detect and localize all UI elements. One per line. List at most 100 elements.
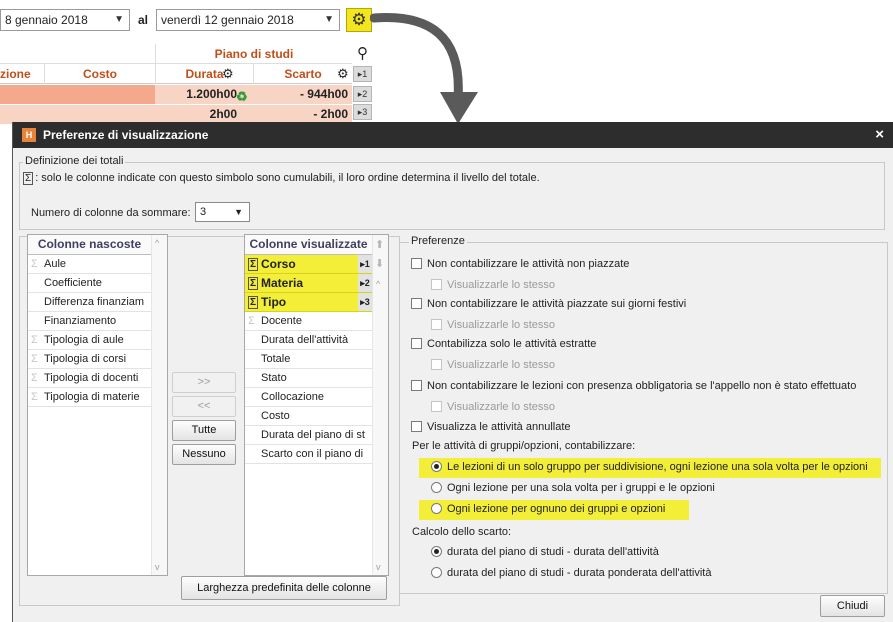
sigma-icon: Σ: [23, 172, 34, 185]
close-button[interactable]: Chiudi: [820, 595, 885, 617]
dialog-titlebar[interactable]: H Preferenze di visualizzazione ×: [13, 122, 893, 148]
checkbox-show-attendance[interactable]: Visualizzarle lo stesso: [431, 401, 555, 414]
checkbox-extracted[interactable]: Contabilizza solo le attività estratte: [411, 338, 596, 351]
hidden-columns-scrollbar[interactable]: ^ v: [151, 235, 167, 575]
list-item-selected[interactable]: Σ Materia ▸2: [245, 274, 372, 293]
gap-label: Calcolo dello scarto:: [412, 526, 512, 538]
list-item[interactable]: Collocazione: [245, 388, 372, 407]
level-2-button[interactable]: ▸2: [353, 86, 372, 102]
remove-columns-button[interactable]: <<: [172, 396, 236, 417]
list-item[interactable]: Σ Tipologia di docenti: [28, 369, 151, 388]
list-item[interactable]: Durata dell'attività: [245, 331, 372, 350]
checkbox-holidays[interactable]: Non contabilizzare le attività piazzate …: [411, 298, 686, 311]
sigma-icon: Σ: [31, 391, 38, 403]
column-count-label: Numero di colonne da sommare:: [31, 207, 191, 219]
recycle-icon: ♻: [236, 89, 248, 104]
dialog-title: Preferenze di visualizzazione: [43, 128, 209, 142]
checkbox-not-placed[interactable]: Non contabilizzare le attività non piazz…: [411, 258, 629, 271]
radio-gap-weighted[interactable]: durata del piano di studi - durata ponde…: [431, 567, 711, 580]
chevron-down-icon[interactable]: v: [155, 562, 160, 572]
hidden-columns-list[interactable]: Colonne nascoste Σ Aule Coefficiente Diff…: [27, 234, 168, 576]
chevron-down-icon: ▼: [114, 14, 124, 25]
sigma-icon: Σ: [31, 334, 38, 346]
list-item[interactable]: Σ Docente: [245, 312, 372, 331]
chevron-down-icon[interactable]: v: [376, 562, 381, 572]
sigma-icon: Σ: [31, 372, 38, 384]
hidden-columns-items: Σ Aule Coefficiente Differenza finanziam …: [28, 255, 151, 407]
all-columns-button[interactable]: Tutte: [172, 420, 236, 441]
checkbox-cancelled[interactable]: Visualizza le attività annullate: [411, 421, 571, 434]
gear-button[interactable]: ⚙: [346, 8, 372, 32]
default-width-button[interactable]: Larghezza predefinita delle colonne: [181, 576, 387, 600]
visible-columns-scrollbar[interactable]: ⬆ ⬇ ^ v: [372, 235, 388, 575]
search-icon[interactable]: ⚲: [353, 44, 372, 64]
level-1-button[interactable]: ▸1: [353, 66, 372, 82]
date-to-select[interactable]: venerdì 12 gennaio 2018 ▼: [156, 9, 340, 31]
radio-gap-duration[interactable]: durata del piano di studi - durata dell'…: [431, 546, 659, 559]
radio-each-group[interactable]: Ogni lezione per ognuno dei gruppi e opz…: [431, 503, 665, 516]
move-down-icon[interactable]: ⬇: [375, 257, 384, 270]
column-header[interactable]: zione: [0, 64, 44, 84]
level-3-button[interactable]: ▸3: [353, 104, 372, 120]
totals-note: Σ: solo le colonne indicate con questo s…: [23, 172, 540, 185]
list-item[interactable]: Durata del piano di st: [245, 426, 372, 445]
preferences-group: [399, 242, 888, 594]
preferences-group-title: Preferenze: [409, 235, 467, 247]
visible-columns-items: Σ Corso ▸1 Σ Materia ▸2 Σ Tipo ▸3 Σ Docente Dur…: [245, 255, 372, 464]
column-count-select[interactable]: 3 ▼: [195, 202, 250, 222]
gear-icon[interactable]: ⚙: [337, 66, 349, 82]
add-columns-button[interactable]: >>: [172, 372, 236, 393]
radio-one-group[interactable]: Le lezioni di un solo gruppo per suddivi…: [431, 461, 868, 474]
list-item[interactable]: Σ Tipologia di aule: [28, 331, 151, 350]
sigma-icon: Σ: [31, 353, 38, 365]
sigma-icon: Σ: [248, 258, 259, 271]
list-item[interactable]: Scarto con il piano di: [245, 445, 372, 464]
checkbox-show-extracted[interactable]: Visualizzarle lo stesso: [431, 359, 555, 372]
list-item-selected[interactable]: Σ Tipo ▸3: [245, 293, 372, 312]
close-icon[interactable]: ×: [875, 122, 884, 148]
list-item[interactable]: Costo: [245, 407, 372, 426]
pointer-arrow-icon: [370, 13, 478, 124]
gear-icon: ⚙: [351, 10, 367, 29]
list-item[interactable]: Coefficiente: [28, 274, 151, 293]
move-up-icon[interactable]: ⬆: [375, 238, 384, 251]
checkbox-attendance[interactable]: Non contabilizzare le lezioni con presen…: [411, 380, 856, 393]
radio-once[interactable]: Ogni lezione per una sola volta per i gr…: [431, 482, 715, 495]
preferences-dialog: H Preferenze di visualizzazione × Defini…: [12, 122, 893, 622]
date-from-select[interactable]: 8 gennaio 2018 ▼: [0, 9, 130, 31]
level-badge: ▸3: [358, 293, 372, 311]
list-item[interactable]: Stato: [245, 369, 372, 388]
group-header: Piano di studi: [155, 44, 352, 64]
column-header[interactable]: Costo: [44, 64, 155, 84]
visible-columns-list[interactable]: Colonne visualizzate Σ Corso ▸1 Σ Materia ▸2…: [244, 234, 389, 576]
checkbox-show-holidays[interactable]: Visualizzarle lo stesso: [431, 319, 555, 332]
list-item[interactable]: Σ Tipologia di materie: [28, 388, 151, 407]
sigma-icon: Σ: [248, 315, 255, 327]
list-item[interactable]: Σ Tipologia di corsi: [28, 350, 151, 369]
list-item[interactable]: Differenza finanziam: [28, 293, 151, 312]
totals-group-title: Definizione dei totali: [23, 155, 126, 167]
chevron-down-icon: ▼: [234, 207, 243, 217]
no-columns-button[interactable]: Nessuno: [172, 444, 236, 465]
al-label: al: [138, 13, 149, 27]
list-item[interactable]: Totale: [245, 350, 372, 369]
chevron-up-icon[interactable]: ^: [155, 238, 159, 248]
groups-label: Per le attività di gruppi/opzioni, conta…: [412, 440, 636, 452]
column-header[interactable]: Durata: [155, 64, 253, 84]
app-logo-icon: H: [22, 128, 36, 142]
list-item[interactable]: Finanziamento: [28, 312, 151, 331]
chevron-up-icon[interactable]: ^: [376, 279, 380, 289]
list-item-selected[interactable]: Σ Corso ▸1: [245, 255, 372, 274]
checkbox-show-not-placed[interactable]: Visualizzarle lo stesso: [431, 279, 555, 292]
sigma-icon: Σ: [248, 277, 259, 290]
visible-columns-header: Colonne visualizzate: [245, 235, 372, 255]
table-row[interactable]: 1.200h00 ♻ - 944h00: [0, 85, 352, 104]
list-item[interactable]: Σ Aule: [28, 255, 151, 274]
sigma-icon: Σ: [248, 296, 259, 309]
sigma-icon: Σ: [31, 258, 38, 270]
chevron-down-icon: ▼: [324, 14, 334, 25]
gear-icon[interactable]: ⚙: [222, 66, 234, 82]
level-badge: ▸1: [358, 255, 372, 273]
hidden-columns-header: Colonne nascoste: [28, 235, 151, 255]
level-badge: ▸2: [358, 274, 372, 292]
